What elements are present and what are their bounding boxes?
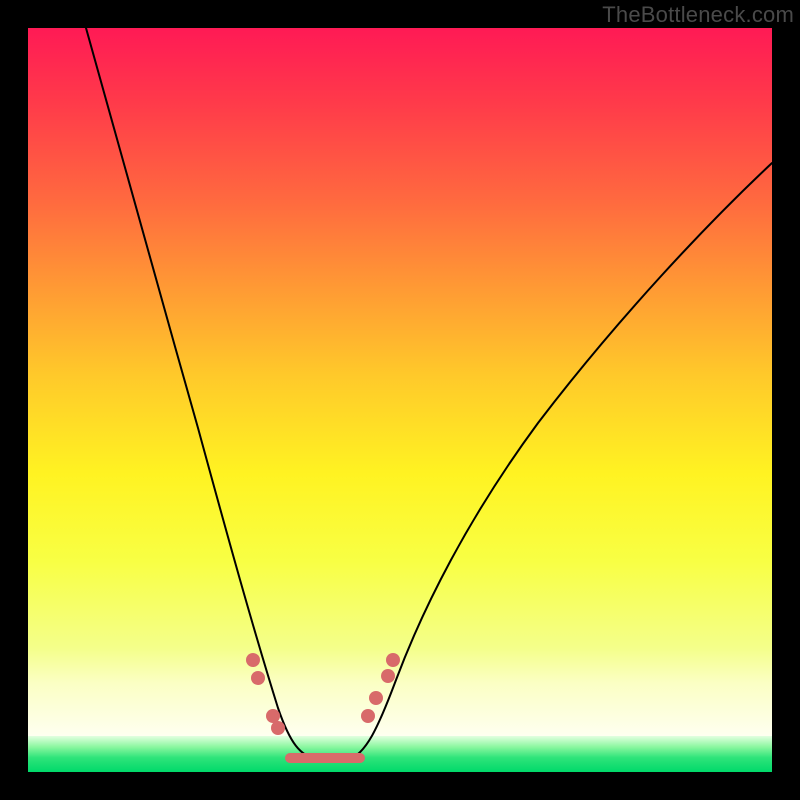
marker-dot xyxy=(251,671,265,685)
chart-frame: TheBottleneck.com xyxy=(0,0,800,800)
marker-dot xyxy=(361,709,375,723)
marker-dot xyxy=(246,653,260,667)
curve-svg xyxy=(28,28,772,772)
marker-dot xyxy=(386,653,400,667)
marker-dot xyxy=(381,669,395,683)
plot-area xyxy=(28,28,772,772)
marker-dot xyxy=(271,721,285,735)
curve-markers xyxy=(246,653,400,735)
watermark-text: TheBottleneck.com xyxy=(602,2,794,28)
curve-right-branch xyxy=(348,163,772,760)
marker-dot xyxy=(266,709,280,723)
marker-dot xyxy=(369,691,383,705)
curve-left-branch xyxy=(86,28,318,760)
